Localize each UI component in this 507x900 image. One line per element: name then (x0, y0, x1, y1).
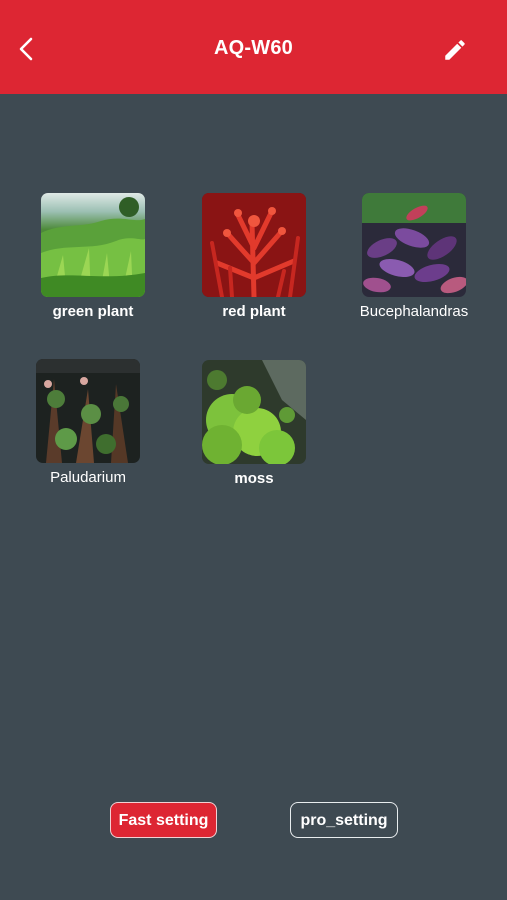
green-plant-image (41, 193, 145, 297)
preset-label: Bucephalandras (359, 303, 469, 320)
preset-label: Paludarium (50, 469, 126, 486)
edit-button[interactable] (442, 37, 468, 63)
preset-moss[interactable]: moss (189, 360, 319, 487)
pencil-icon (445, 40, 465, 60)
bucephalandras-image (362, 193, 466, 297)
preset-label: moss (234, 470, 274, 487)
preset-red-plant[interactable]: red plant (189, 193, 319, 320)
moss-image (202, 360, 306, 464)
preset-bucephalandras[interactable]: Bucephalandras (349, 193, 479, 320)
page-title: AQ-W60 (214, 37, 293, 59)
paludarium-image (36, 359, 140, 463)
app-header: AQ-W60 (0, 0, 507, 94)
pro-setting-button[interactable]: pro_setting (290, 802, 398, 838)
preset-label: green plant (52, 303, 134, 320)
fast-setting-button[interactable]: Fast setting (110, 802, 217, 838)
red-plant-image (202, 193, 306, 297)
preset-green-plant[interactable]: green plant (28, 193, 158, 320)
preset-paludarium[interactable]: Paludarium (23, 359, 153, 486)
preset-label: red plant (222, 303, 286, 320)
